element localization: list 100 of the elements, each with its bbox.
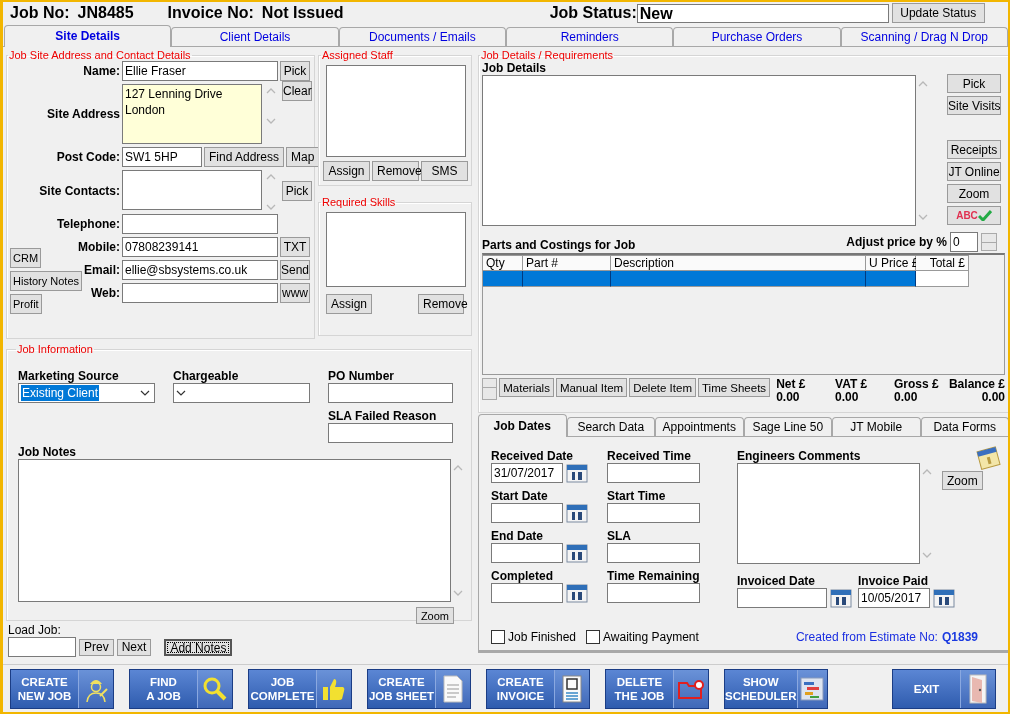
column-header[interactable]: Qty xyxy=(483,255,523,271)
staff-button[interactable]: Remove xyxy=(372,161,419,181)
table-cell[interactable] xyxy=(611,271,866,287)
post-code-field[interactable]: SW1 5HP xyxy=(122,147,202,167)
tab[interactable]: JT Mobile xyxy=(832,417,921,436)
date-field[interactable] xyxy=(737,588,827,608)
column-header[interactable]: Description xyxy=(611,255,866,271)
time-field[interactable] xyxy=(607,583,700,603)
side-button[interactable]: Profit xyxy=(10,294,42,314)
calendar-icon[interactable] xyxy=(566,543,588,563)
adjust-price-field[interactable]: 0 xyxy=(950,232,978,252)
calendar-icon[interactable] xyxy=(566,463,588,483)
side-button[interactable]: Receipts xyxy=(947,140,1001,159)
side-button[interactable]: JT Online xyxy=(947,162,1001,181)
web-field[interactable] xyxy=(122,283,278,303)
pick-button[interactable]: Pick xyxy=(280,61,310,81)
job-details-field[interactable] xyxy=(482,75,916,226)
name-field[interactable]: Ellie Fraser xyxy=(122,61,278,81)
table-cell[interactable] xyxy=(916,271,969,287)
www-button[interactable]: www xyxy=(280,283,310,303)
site-address-field[interactable]: 127 Lenning Drive London xyxy=(122,84,262,144)
site-contacts-field[interactable] xyxy=(122,170,262,210)
calendar-icon[interactable] xyxy=(566,503,588,523)
toolbar-button[interactable]: SHOW SCHEDULER xyxy=(724,668,828,709)
tab[interactable]: Sage Line 50 xyxy=(743,417,832,436)
tab[interactable]: Purchase Orders xyxy=(673,27,841,46)
item-button[interactable]: Manual Item xyxy=(555,378,628,397)
staff-button[interactable]: SMS xyxy=(421,161,468,181)
calendar-icon[interactable] xyxy=(830,588,852,608)
chargeable-dropdown[interactable] xyxy=(173,383,310,403)
load-job-button[interactable]: Next xyxy=(116,638,152,656)
skills-list[interactable] xyxy=(326,212,466,287)
staff-button[interactable]: Assign xyxy=(323,161,370,181)
tab[interactable]: Job Dates xyxy=(478,414,567,437)
time-field[interactable] xyxy=(607,503,700,523)
telephone-field[interactable] xyxy=(122,214,278,234)
post-code-button[interactable]: Find Address xyxy=(204,147,285,167)
total-value: 0.00 xyxy=(776,391,801,404)
toolbar-button[interactable]: CREATE NEW JOB xyxy=(10,668,114,709)
toolbar-button[interactable]: JOB COMPLETE xyxy=(248,668,352,709)
pick-button[interactable]: Pick xyxy=(282,180,312,201)
marketing-source-dropdown[interactable]: Existing Client xyxy=(18,383,155,403)
job-status-field[interactable]: New xyxy=(636,3,889,23)
post-code-button[interactable]: Map xyxy=(286,147,320,167)
estimate-number[interactable]: Q1839 xyxy=(941,630,978,644)
side-button[interactable]: Zoom xyxy=(947,184,1001,203)
tab[interactable]: Site Details xyxy=(4,25,172,47)
side-button[interactable]: CRM xyxy=(10,248,42,268)
toolbar-button[interactable]: CREATE JOB SHEET xyxy=(367,668,471,709)
table-cell[interactable] xyxy=(866,271,916,287)
toolbar-button[interactable]: DELETE THE JOB xyxy=(605,668,709,709)
date-field[interactable] xyxy=(491,543,563,563)
tab[interactable]: Client Details xyxy=(171,27,339,46)
txt-button[interactable]: TXT xyxy=(280,237,310,257)
toolbar-button[interactable]: CREATE INVOICE xyxy=(486,668,590,709)
item-button[interactable]: Time Sheets xyxy=(698,378,771,397)
side-button[interactable]: Site Visits xyxy=(947,96,1001,115)
po-number-field[interactable] xyxy=(328,383,453,403)
calendar-icon[interactable] xyxy=(933,588,955,608)
time-field[interactable] xyxy=(607,463,700,483)
toolbar-button[interactable]: EXIT xyxy=(892,668,996,709)
tab[interactable]: Search Data xyxy=(566,417,655,436)
item-button[interactable]: Delete Item xyxy=(629,378,696,397)
load-job-field[interactable] xyxy=(8,637,76,657)
checkbox[interactable] xyxy=(491,630,505,644)
toolbar-button[interactable]: FIND A JOB xyxy=(129,668,233,709)
calendar-icon[interactable] xyxy=(566,583,588,603)
zoom-button[interactable]: Zoom xyxy=(415,607,454,624)
time-field[interactable] xyxy=(607,543,700,563)
engineers-comments-field[interactable] xyxy=(737,463,920,564)
column-header[interactable]: Part # xyxy=(523,255,611,271)
column-header[interactable]: Total £ xyxy=(916,255,969,271)
item-button[interactable]: Materials xyxy=(499,378,554,397)
zoom-button[interactable]: Zoom xyxy=(942,471,983,490)
tab[interactable]: Scanning / Drag N Drop xyxy=(840,27,1008,46)
date-field[interactable] xyxy=(491,583,563,603)
sla-failed-reason-field[interactable] xyxy=(328,423,453,443)
job-notes-field[interactable] xyxy=(18,459,451,602)
clear-button[interactable]: Clear xyxy=(282,81,312,101)
side-button[interactable]: History Notes xyxy=(10,271,83,291)
load-job-button[interactable]: Prev xyxy=(79,638,114,656)
date-field[interactable] xyxy=(491,503,563,523)
tab[interactable]: Documents / Emails xyxy=(338,27,506,46)
send-button[interactable]: Send xyxy=(280,260,310,280)
side-button[interactable]: Pick xyxy=(947,74,1001,93)
date-field[interactable]: 10/05/2017 xyxy=(858,588,930,608)
skills-button[interactable]: Assign xyxy=(326,294,372,314)
table-cell[interactable] xyxy=(523,271,611,287)
staff-list[interactable] xyxy=(326,65,466,157)
tab[interactable]: Data Forms xyxy=(920,417,1008,436)
checkbox[interactable] xyxy=(586,630,601,644)
email-field[interactable]: ellie@sbsystems.co.uk xyxy=(122,260,278,280)
table-cell[interactable] xyxy=(483,271,523,287)
date-field[interactable]: 31/07/2017 xyxy=(491,463,563,483)
tab[interactable]: Reminders xyxy=(506,27,674,46)
update-status-button[interactable]: Update Status xyxy=(891,3,985,23)
group-title: Required Skills xyxy=(321,196,397,208)
load-job-button[interactable]: Add Notes xyxy=(164,638,233,656)
mobile-field[interactable]: 07808239141 xyxy=(122,237,278,257)
tab[interactable]: Appointments xyxy=(655,417,744,436)
